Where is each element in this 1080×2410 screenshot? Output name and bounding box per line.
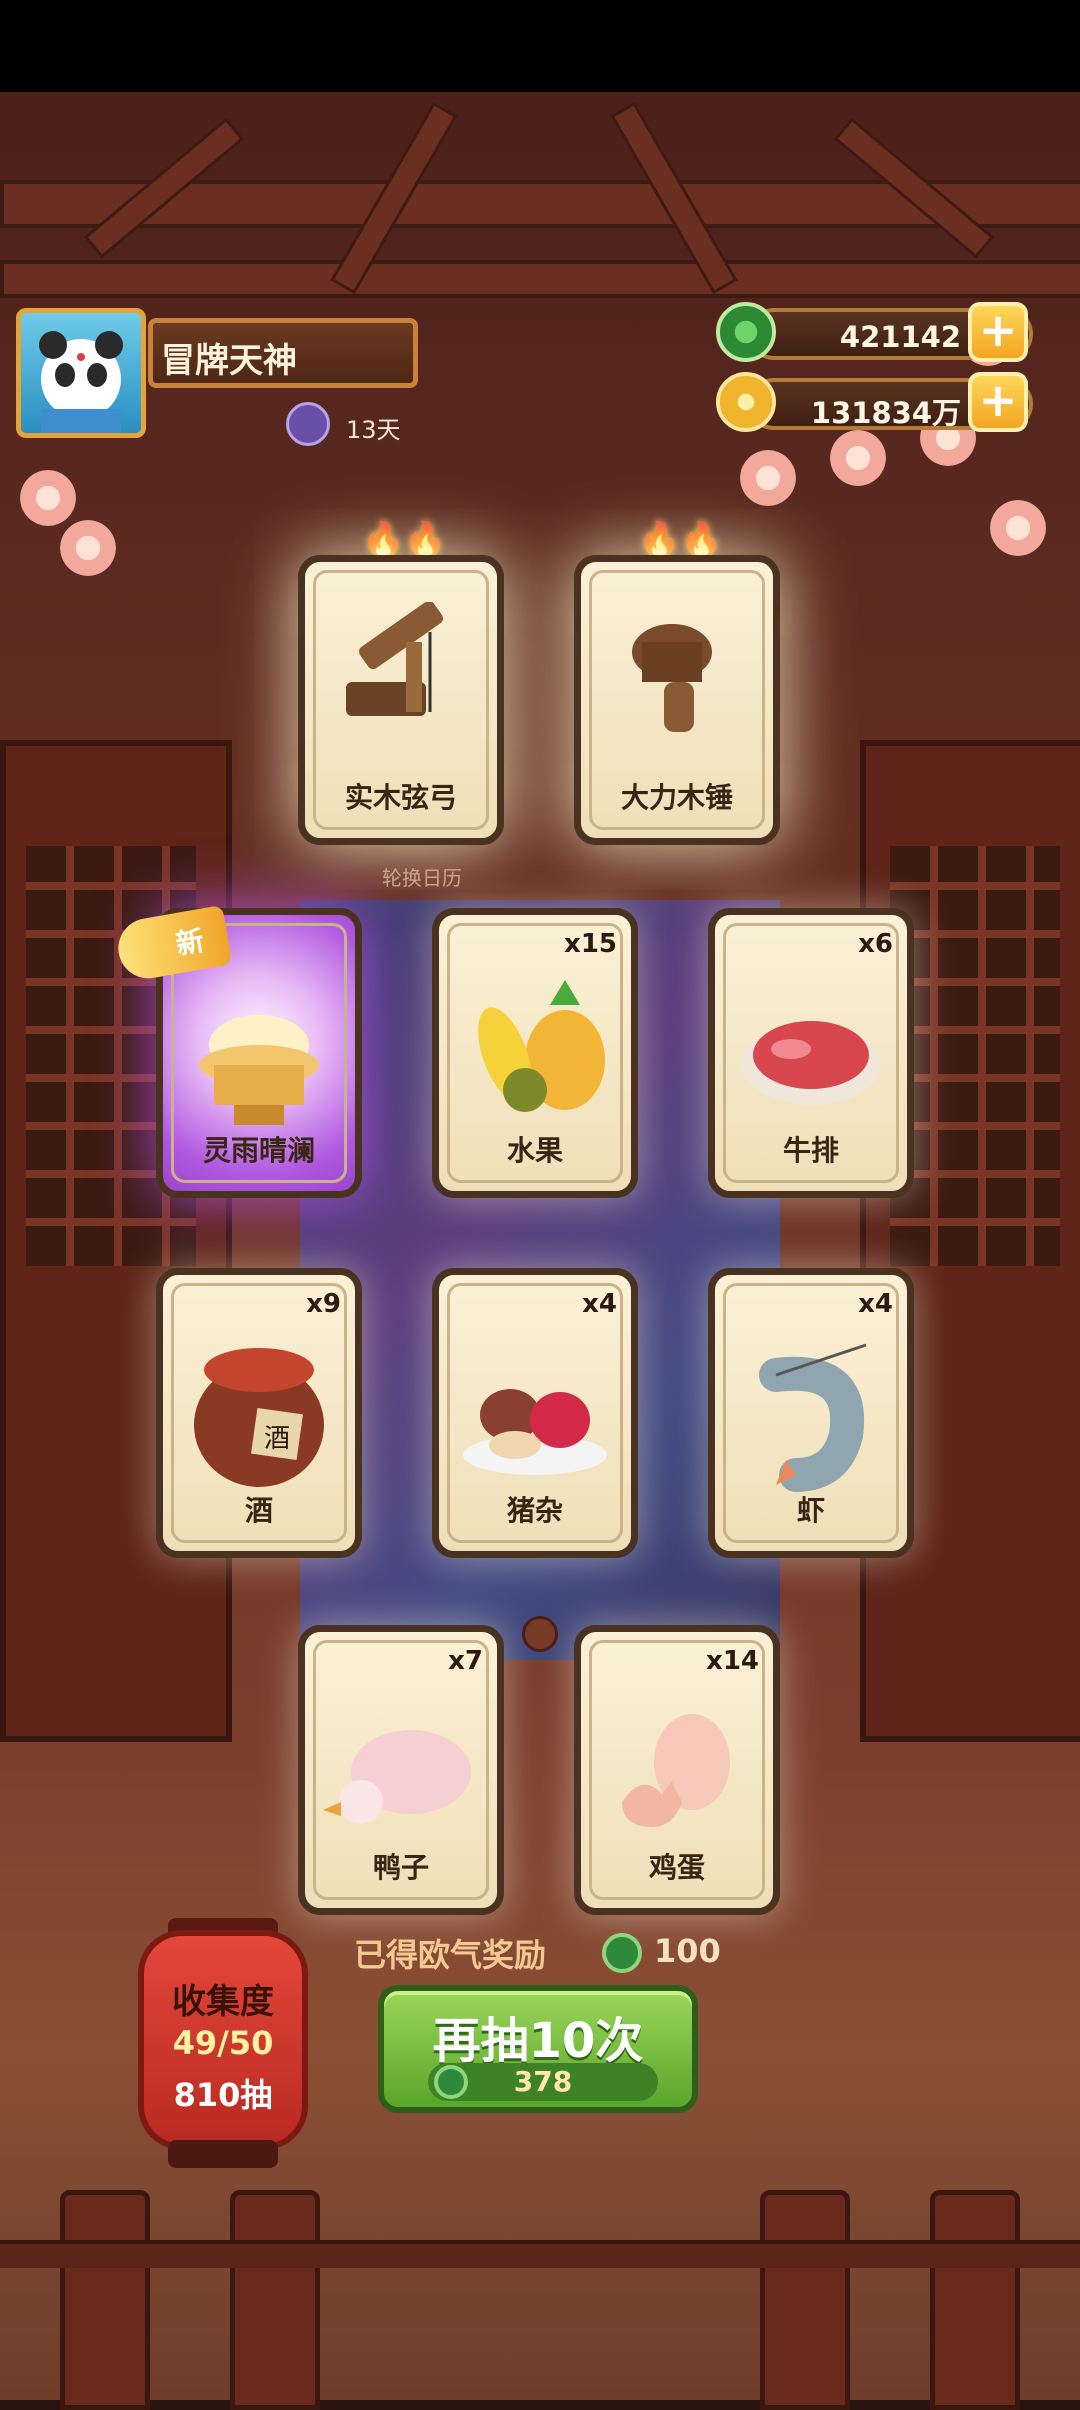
collection-lantern[interactable]: 收集度 49/50 810抽 (138, 1930, 308, 2150)
blossom (990, 500, 1046, 556)
treasure-bowl-icon (199, 1015, 319, 1125)
ornament-icon (522, 1616, 558, 1652)
railing-post (230, 2190, 320, 2410)
draw-cost-bar: 378 (428, 2063, 658, 2101)
railing-post (60, 2190, 150, 2410)
blossom (20, 470, 76, 526)
steak-icon (741, 1021, 881, 1105)
jade-balance: 421142 (839, 320, 961, 354)
duck-icon (323, 1730, 471, 1824)
coin-balance: 131834万 (810, 396, 961, 430)
railing-bar (0, 2240, 1080, 2268)
card-duck[interactable]: x7 鸭子 (298, 1625, 504, 1915)
streak-character-icon (286, 402, 330, 446)
luck-reward-value: 100 (654, 1932, 721, 1970)
shrimp-icon (759, 1343, 867, 1492)
panda-avatar-icon (39, 331, 123, 433)
card-offal[interactable]: x4 猪杂 (432, 1268, 638, 1558)
card-shrimp[interactable]: x4 虾 (708, 1268, 914, 1558)
coin-icon (716, 372, 776, 432)
card-featured-1[interactable]: 实木弦弓 (298, 555, 504, 845)
jade-icon (716, 302, 776, 362)
card-fruit[interactable]: x15 水果 (432, 908, 638, 1198)
status-bar-area (0, 0, 1080, 92)
card-count: x4 (858, 1289, 893, 1319)
collection-title: 收集度 (172, 1982, 274, 2022)
streak-days: 13天 (346, 416, 401, 444)
wooden-hammer-icon (632, 624, 712, 732)
blossom (60, 520, 116, 576)
card-label: 水果 (506, 1134, 563, 1167)
player-name-box[interactable]: 冒牌天神 (148, 318, 418, 388)
new-badge-text: 新 (173, 923, 207, 962)
blossom (830, 430, 886, 486)
offal-icon (463, 1389, 607, 1475)
luck-reward-label: 已得欧气奖励 (354, 1936, 547, 1974)
draw-10-button[interactable]: 再抽10次 378 (378, 1985, 698, 2113)
wine-jar-icon: 酒 (194, 1348, 324, 1487)
draw-button-label: 再抽10次 (432, 2013, 644, 2069)
roof-beam (0, 260, 1080, 298)
hot-flame-icon: 🔥🔥 (362, 520, 447, 560)
wine-jar-text: 酒 (264, 1424, 290, 1454)
card-label: 鸭子 (372, 1851, 429, 1884)
card-wine[interactable]: x9 酒 酒 (156, 1268, 362, 1558)
card-label: 大力木锤 (620, 781, 733, 814)
add-jade-button[interactable]: + (968, 302, 1028, 362)
railing-post (930, 2190, 1020, 2410)
collection-draws: 810抽 (173, 2076, 273, 2114)
card-count: x6 (858, 929, 893, 959)
lantern-base (168, 2140, 278, 2168)
railing-post (760, 2190, 850, 2410)
card-label: 鸡蛋 (648, 1851, 705, 1884)
card-label: 灵雨晴澜 (202, 1134, 315, 1167)
crossbow-icon (346, 602, 443, 716)
collection-progress: 49/50 (172, 2024, 274, 2062)
card-label: 猪杂 (506, 1494, 563, 1527)
jade-icon (602, 1933, 642, 1973)
card-steak[interactable]: x6 牛排 (708, 908, 914, 1198)
card-featured-2[interactable]: 大力木锤 (574, 555, 780, 845)
card-label: 虾 (796, 1494, 825, 1527)
draw-cost: 378 (513, 2065, 573, 2098)
egg-icon (622, 1714, 730, 1827)
card-count: x4 (582, 1289, 617, 1319)
add-coins-button[interactable]: + (968, 372, 1028, 432)
card-count: x7 (448, 1646, 483, 1676)
card-count: x9 (306, 1289, 341, 1319)
right-door (860, 740, 1080, 1742)
blossom (740, 450, 796, 506)
card-count: x14 (706, 1646, 759, 1676)
hot-flame-icon: 🔥🔥 (638, 520, 723, 560)
card-label: 牛排 (782, 1134, 839, 1167)
avatar[interactable] (16, 308, 146, 438)
card-count: x15 (564, 929, 617, 959)
rotate-calendar-label: 轮换日历 (382, 866, 462, 890)
card-egg[interactable]: x14 鸡蛋 (574, 1625, 780, 1915)
player-name: 冒牌天神 (161, 341, 297, 381)
left-door (0, 740, 232, 1742)
door-lattice (890, 846, 1060, 1266)
card-label: 实木弦弓 (344, 781, 457, 814)
fruit-icon (478, 980, 605, 1112)
card-label: 酒 (244, 1494, 273, 1527)
